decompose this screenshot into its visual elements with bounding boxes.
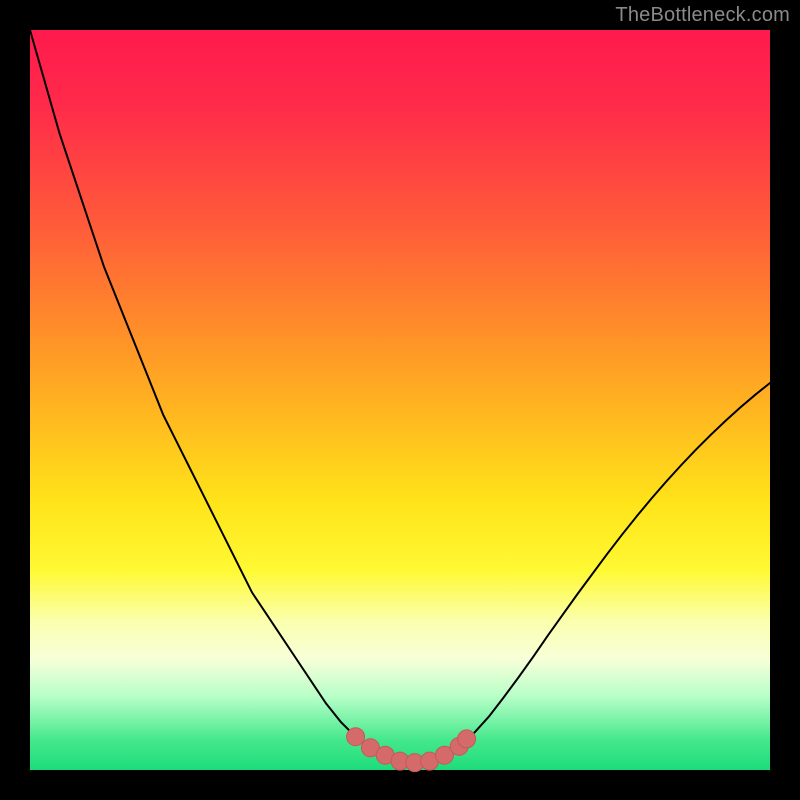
bottleneck-curve — [30, 30, 770, 763]
highlight-markers — [347, 728, 476, 772]
chart-frame: TheBottleneck.com — [0, 0, 800, 800]
marker-dot — [347, 728, 365, 746]
plot-area — [30, 30, 770, 770]
curve-layer — [30, 30, 770, 770]
marker-dot — [458, 730, 476, 748]
watermark-text: TheBottleneck.com — [615, 4, 790, 27]
